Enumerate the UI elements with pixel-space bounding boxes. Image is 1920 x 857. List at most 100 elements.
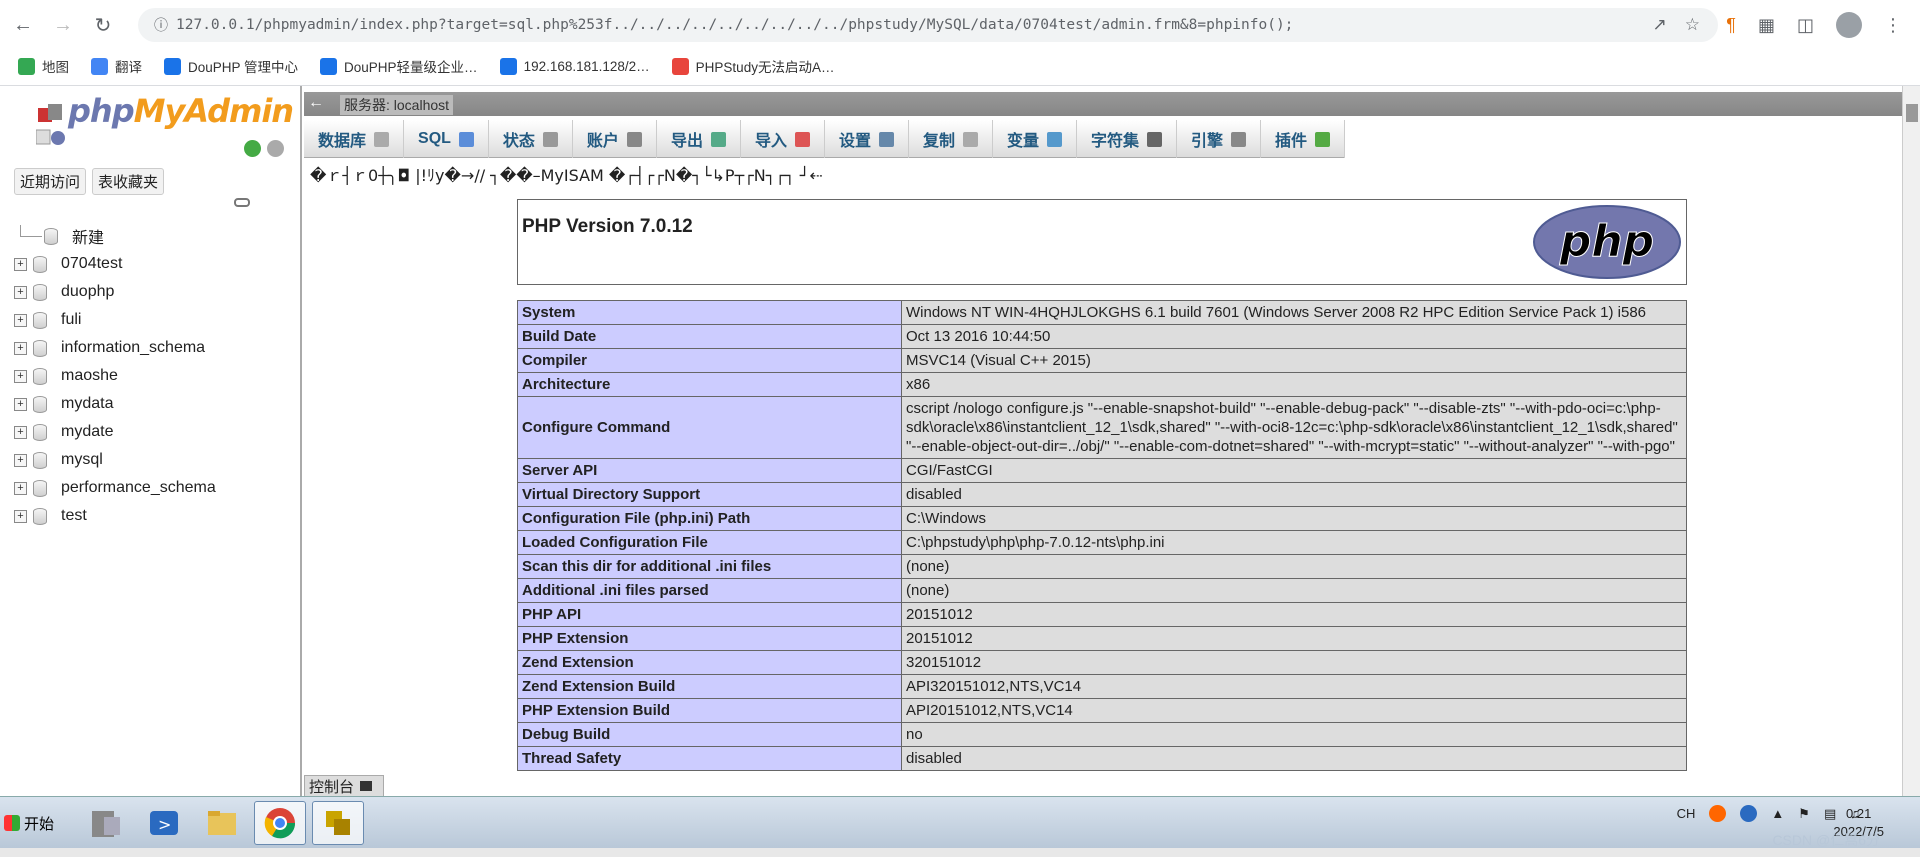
powershell-app[interactable]: > xyxy=(138,801,190,845)
collapse-left-icon[interactable]: ← xyxy=(308,94,324,112)
menu-tab[interactable]: 数据库 xyxy=(304,120,405,158)
chrome-app[interactable] xyxy=(254,801,306,845)
bookmark-favicon-icon xyxy=(91,57,108,75)
expand-icon[interactable]: + xyxy=(14,481,27,495)
reload-button[interactable]: ↻ xyxy=(86,8,120,42)
expand-icon[interactable]: + xyxy=(14,313,27,327)
bookmark-item[interactable]: 地图 xyxy=(18,56,69,76)
expand-icon[interactable]: + xyxy=(14,425,27,439)
share-icon[interactable]: ↗ xyxy=(1653,15,1667,35)
page-scrollbar[interactable] xyxy=(1902,86,1920,796)
gear-icon[interactable] xyxy=(267,140,284,157)
bookmark-item[interactable]: 翻译 xyxy=(91,56,142,76)
app-window[interactable] xyxy=(312,801,364,845)
menu-tab[interactable]: 账户 xyxy=(573,120,657,158)
database-label[interactable]: mydate xyxy=(61,423,113,441)
server-manager-icon xyxy=(92,811,120,837)
refresh-icon[interactable] xyxy=(244,140,261,157)
menu-tab-label: 状态 xyxy=(502,133,535,150)
url-text[interactable]: 127.0.0.1/phpmyadmin/index.php?target=sq… xyxy=(176,17,1653,33)
bookmarks-bar: 地图 翻译 DouPHP 管理中心 DouPHP轻量级企业… 192.168.181.1… xyxy=(0,50,1920,82)
database-label[interactable]: duophp xyxy=(61,283,114,301)
database-icon xyxy=(33,283,47,301)
menu-tab[interactable]: SQL xyxy=(404,120,489,158)
expand-icon[interactable]: + xyxy=(14,341,27,355)
database-label[interactable]: 0704test xyxy=(61,255,122,273)
side-panel-icon[interactable]: ◫ xyxy=(1797,15,1814,36)
puzzle-icon[interactable]: ▦ xyxy=(1758,15,1775,36)
menu-dots-icon[interactable]: ⋮ xyxy=(1884,15,1902,36)
database-item[interactable]: + duophp xyxy=(14,278,298,306)
star-icon[interactable]: ☆ xyxy=(1685,15,1700,35)
recent-favorites-tabs: 近期访问 表收藏夹 xyxy=(14,168,165,195)
row-value: disabled xyxy=(901,482,1687,507)
database-item[interactable]: + mydate xyxy=(14,418,298,446)
menu-tab[interactable]: 插件 xyxy=(1261,120,1346,158)
row-key: Configuration File (php.ini) Path xyxy=(517,506,902,531)
scroll-thumb[interactable] xyxy=(1906,104,1918,122)
table-row: PHP Extension Build API20151012,NTS,VC14 xyxy=(517,698,1687,723)
forward-button[interactable]: → xyxy=(46,8,80,42)
server-label[interactable]: 服务器: localhost xyxy=(340,95,454,115)
database-item[interactable]: + test xyxy=(14,502,298,530)
database-item[interactable]: +0704test xyxy=(14,250,298,278)
database-item[interactable]: + fuli xyxy=(14,306,298,334)
sogou-icon[interactable] xyxy=(1709,805,1727,822)
database-label[interactable]: mysql xyxy=(61,451,103,469)
profile-avatar[interactable] xyxy=(1836,12,1862,38)
menu-tab[interactable]: 字符集 xyxy=(1077,120,1178,158)
expand-icon[interactable]: + xyxy=(14,369,27,383)
menu-tab[interactable]: 复制 xyxy=(909,120,993,158)
database-label[interactable]: mydata xyxy=(61,395,113,413)
menu-tab[interactable]: 导出 xyxy=(657,120,741,158)
lang-indicator[interactable]: CH xyxy=(1677,806,1696,821)
new-database-item[interactable]: 新建 xyxy=(14,222,298,250)
expand-icon[interactable]: + xyxy=(14,285,27,299)
menu-tab[interactable]: 引擎 xyxy=(1177,120,1262,158)
database-icon xyxy=(33,367,47,385)
address-bar[interactable]: ⓘ 127.0.0.1/phpmyadmin/index.php?target=… xyxy=(138,8,1718,42)
pilcrow-extension-icon[interactable]: ¶ xyxy=(1726,15,1736,36)
help-icon[interactable] xyxy=(1740,805,1758,822)
database-label[interactable]: maoshe xyxy=(61,367,118,385)
link-icon[interactable] xyxy=(234,198,250,207)
bookmark-item[interactable]: PHPStudy无法启动A… xyxy=(671,56,834,76)
expand-icon[interactable]: + xyxy=(14,257,27,271)
database-label[interactable]: test xyxy=(61,507,87,525)
database-item[interactable]: + mysql xyxy=(14,446,298,474)
menu-tab-label: 导出 xyxy=(670,133,703,150)
expand-icon[interactable]: + xyxy=(14,453,27,467)
database-item[interactable]: + information_schema xyxy=(14,334,298,362)
home-icon[interactable] xyxy=(36,102,66,150)
caret-icon[interactable]: ▲ xyxy=(1771,806,1784,821)
explorer-app[interactable] xyxy=(196,801,248,845)
garbled-output: �ｒ┤ｒ0┼╮◘ |!ﾘy�→// ┐��–MyISAM �┌┤┌┌N�┐└↳P… xyxy=(310,166,823,185)
console-tab[interactable]: 控制台 xyxy=(304,775,384,797)
expand-icon[interactable]: + xyxy=(14,397,27,411)
main-content: ← 服务器: localhost 数据库 SQL 状态 账户 导出 导入 设置 复制 变量 字符集… xyxy=(304,86,1902,796)
database-item[interactable]: + maoshe xyxy=(14,362,298,390)
database-item[interactable]: + mydata xyxy=(14,390,298,418)
database-item[interactable]: + performance_schema xyxy=(14,474,298,502)
start-button[interactable]: 开始 xyxy=(4,807,62,839)
info-icon[interactable]: ⓘ xyxy=(146,15,176,35)
server-manager-app[interactable] xyxy=(80,801,132,845)
menu-tab[interactable]: 设置 xyxy=(825,120,909,158)
menu-tab[interactable]: 导入 xyxy=(741,120,825,158)
database-label[interactable]: performance_schema xyxy=(61,479,216,497)
menu-tab-icon xyxy=(1315,131,1331,147)
database-label[interactable]: information_schema xyxy=(61,339,205,357)
back-button[interactable]: ← xyxy=(6,8,40,42)
phpmyadmin-logo[interactable]: phpMyAdmin xyxy=(68,92,294,130)
menu-tab[interactable]: 变量 xyxy=(993,120,1078,158)
favorites-tab[interactable]: 表收藏夹 xyxy=(92,168,165,195)
recent-tab[interactable]: 近期访问 xyxy=(14,168,87,195)
menu-tab[interactable]: 状态 xyxy=(489,120,573,158)
table-row: PHP API 20151012 xyxy=(517,602,1687,627)
expand-icon[interactable]: + xyxy=(14,509,27,523)
bookmark-item[interactable]: 192.168.181.128/2… xyxy=(499,57,650,75)
bookmark-item[interactable]: DouPHP 管理中心 xyxy=(164,56,298,76)
database-label[interactable]: fuli xyxy=(61,311,81,329)
bookmark-item[interactable]: DouPHP轻量级企业… xyxy=(320,56,478,76)
flag-icon[interactable]: ⚑ xyxy=(1798,806,1810,822)
